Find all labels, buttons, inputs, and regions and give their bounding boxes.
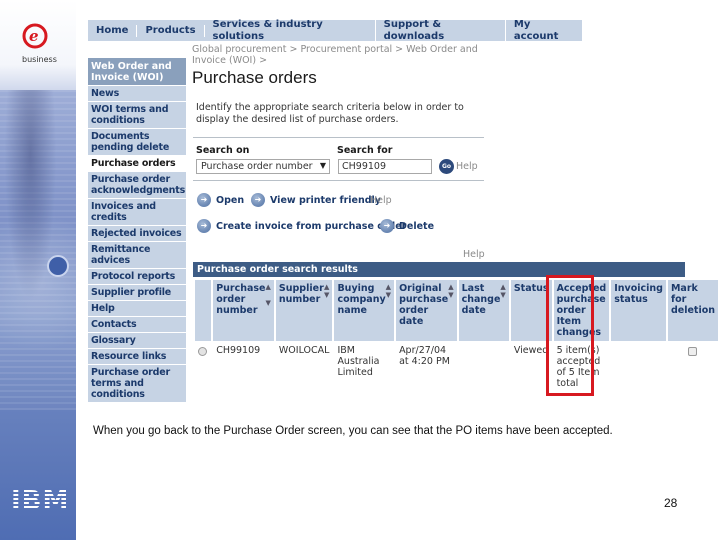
view-printer-friendly-label: View printer friendly	[270, 194, 381, 206]
search-for-label: Search for	[337, 145, 393, 156]
sidebar-item-remittance-advices[interactable]: Remittance advices	[88, 241, 186, 268]
sort-icon[interactable]: ▲ ▼	[266, 283, 271, 316]
e-business-logo-icon: e	[22, 23, 48, 49]
column-header-mark-deletion: Mark for deletion	[667, 280, 718, 341]
arrow-right-icon: ➜	[380, 219, 394, 233]
column-header-original-date[interactable]: Original purchase order date ▲ ▼	[396, 280, 457, 341]
search-on-label: Search on	[196, 145, 250, 156]
column-label: Last change date	[461, 283, 501, 316]
sidebar-item-resource-links[interactable]: Resource links	[88, 348, 186, 364]
slide-left-banner	[0, 0, 76, 540]
create-invoice-button[interactable]: ➜ Create invoice from purchase order	[197, 219, 406, 233]
sidebar-item-po-acknowledgments[interactable]: Purchase order acknowledgments	[88, 171, 186, 198]
cell-supplier: WOILOCAL	[278, 345, 330, 356]
sidebar-item-rejected-invoices[interactable]: Rejected invoices	[88, 225, 186, 241]
create-invoice-label: Create invoice from purchase order	[216, 220, 407, 232]
cell-po-number: CH99109	[216, 345, 261, 356]
results-help-link[interactable]: Help	[463, 249, 485, 260]
delete-label: Delete	[399, 220, 435, 232]
table-row: CH99109 WOILOCAL IBM Australia Limited A…	[195, 341, 718, 393]
topnav-products[interactable]: Products	[137, 24, 205, 37]
cell-mark-deletion	[668, 341, 718, 393]
banner-photo	[0, 90, 76, 410]
search-for-input[interactable]: CH99109	[338, 159, 432, 174]
sidebar-item-contacts[interactable]: Contacts	[88, 316, 186, 332]
column-label: Original purchase order date	[399, 283, 449, 327]
delete-button[interactable]: ➜ Delete	[380, 219, 434, 233]
search-help-link[interactable]: Help	[456, 161, 478, 172]
ibm-logo-icon: IBM	[11, 486, 70, 516]
e-business-logo-text: business	[22, 55, 57, 64]
column-header-buying-company[interactable]: Buying company name ▲ ▼	[334, 280, 395, 341]
cell-last-change	[459, 341, 509, 393]
sidebar-item-po-terms[interactable]: Purchase order terms and conditions	[88, 364, 186, 402]
arrow-right-icon: ➜	[197, 219, 211, 233]
view-printer-friendly-button[interactable]: ➜ View printer friendly	[251, 193, 381, 207]
intro-text: Identify the appropriate search criteria…	[196, 102, 464, 125]
divider	[193, 180, 484, 181]
sidebar-item-woi-terms[interactable]: WOI terms and conditions	[88, 101, 186, 128]
column-header-last-change[interactable]: Last change date ▲ ▼	[458, 280, 509, 341]
sidebar-item-help[interactable]: Help	[88, 300, 186, 316]
open-button[interactable]: ➜ Open	[197, 193, 244, 207]
slide-caption: When you go back to the Purchase Order s…	[93, 425, 613, 437]
sort-icon[interactable]: ▲ ▼	[324, 283, 329, 305]
page-number: 28	[664, 496, 678, 510]
sidebar-header[interactable]: Web Order and Invoice (WOI)	[88, 58, 186, 85]
results-table: Purchase order number ▲ ▼ Supplier number ▲…	[193, 280, 720, 393]
select-column-header	[195, 280, 212, 341]
results-title-bar: Purchase order search results	[193, 262, 685, 277]
chevron-down-icon: ▼	[319, 161, 326, 170]
sidebar-item-news[interactable]: News	[88, 85, 186, 101]
topnav-home[interactable]: Home	[88, 24, 138, 37]
sidebar-item-purchase-orders[interactable]: Purchase orders	[88, 155, 186, 171]
column-header-invoicing-status: Invoicing status	[611, 280, 666, 341]
column-header-po-number[interactable]: Purchase order number ▲ ▼	[213, 280, 274, 341]
cell-buyer: IBM Australia Limited	[337, 345, 380, 378]
sidebar-item-invoices-credits[interactable]: Invoices and credits	[88, 198, 186, 225]
sort-icon[interactable]: ▲ ▼	[448, 283, 453, 327]
go-button[interactable]: Go	[439, 159, 454, 174]
svg-text:e: e	[29, 27, 39, 45]
shopping-cart-icon	[47, 255, 69, 277]
table-header-row: Purchase order number ▲ ▼ Supplier number ▲…	[195, 280, 718, 341]
sidebar: Web Order and Invoice (WOI) News WOI ter…	[88, 58, 186, 402]
breadcrumb[interactable]: Global procurement > Procurement portal …	[192, 44, 492, 66]
sidebar-item-supplier-profile[interactable]: Supplier profile	[88, 284, 186, 300]
cell-original-date: Apr/27/04 at 4:20 PM	[399, 345, 450, 367]
sidebar-item-glossary[interactable]: Glossary	[88, 332, 186, 348]
topnav-services[interactable]: Services & industry solutions	[205, 18, 376, 43]
actions-help-link[interactable]: Help	[370, 195, 392, 206]
arrow-right-icon: ➜	[251, 193, 265, 207]
arrow-right-icon: ➜	[197, 193, 211, 207]
column-label: Buying company name	[337, 283, 386, 316]
search-on-select[interactable]: Purchase order number ▼	[196, 159, 330, 174]
sort-icon[interactable]: ▲ ▼	[386, 283, 391, 316]
row-select-radio[interactable]	[198, 347, 207, 356]
page-title: Purchase orders	[192, 68, 317, 87]
column-label: Purchase order number	[216, 283, 266, 316]
cell-invoicing-status	[611, 341, 666, 393]
topnav-support[interactable]: Support & downloads	[376, 18, 506, 43]
column-header-supplier-number[interactable]: Supplier number ▲ ▼	[275, 280, 333, 341]
search-on-value: Purchase order number	[201, 161, 313, 172]
divider	[193, 137, 484, 138]
topnav-my-account[interactable]: My account	[506, 19, 582, 43]
column-label: Supplier number	[278, 283, 324, 305]
sidebar-item-documents-pending-delete[interactable]: Documents pending delete	[88, 128, 186, 155]
top-navigation: Home Products Services & industry soluti…	[88, 18, 582, 43]
mark-deletion-checkbox[interactable]	[688, 347, 698, 356]
sort-icon[interactable]: ▲ ▼	[500, 283, 505, 316]
sidebar-item-protocol-reports[interactable]: Protocol reports	[88, 268, 186, 284]
row-select-cell	[195, 341, 211, 393]
highlight-box	[546, 275, 594, 396]
open-label: Open	[216, 194, 245, 206]
